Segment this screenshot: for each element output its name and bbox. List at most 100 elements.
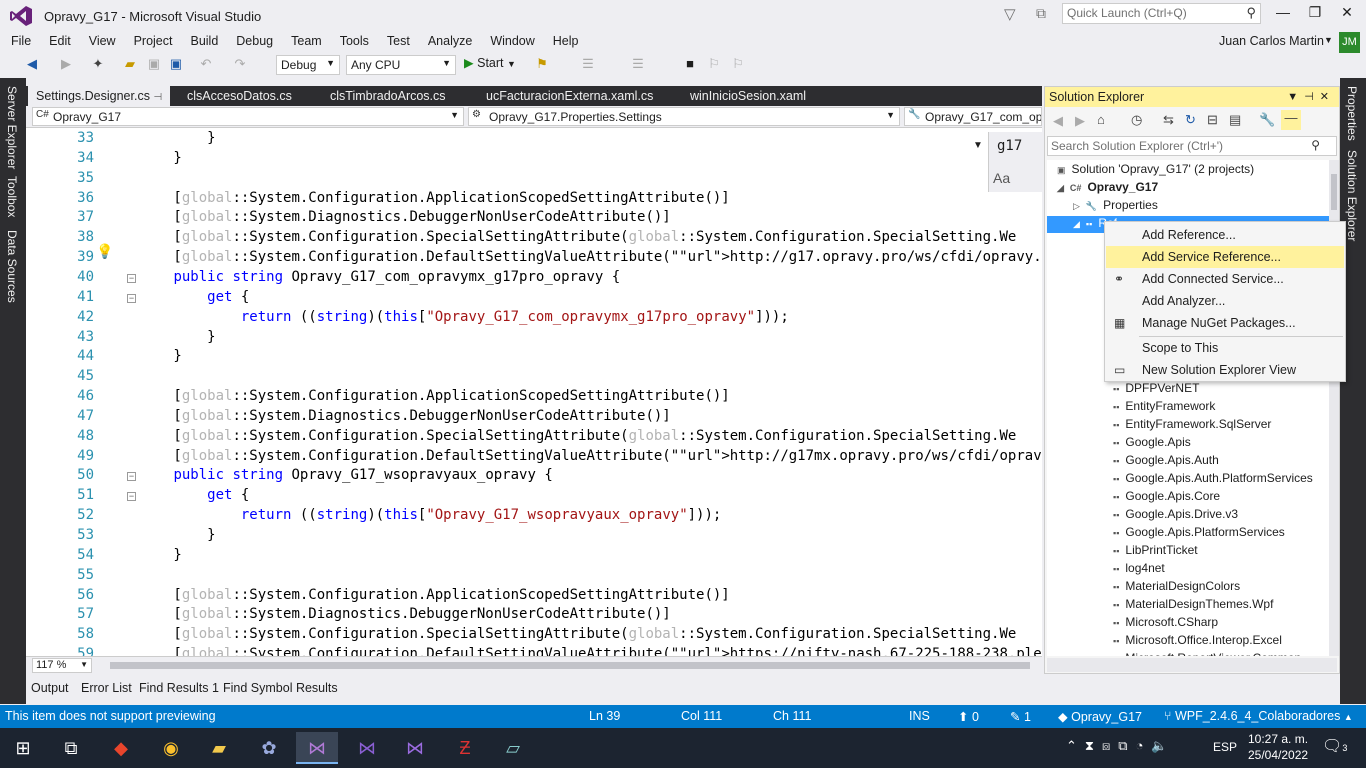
anydesk-icon[interactable]: ◆ (100, 732, 142, 764)
collapse-all-icon[interactable]: ⊟ (1207, 112, 1218, 128)
menu-edit[interactable]: Edit (38, 32, 78, 50)
add-connected-service-item[interactable]: ⚭ Add Connected Service... (1106, 268, 1344, 290)
menu-project[interactable]: Project (123, 32, 180, 50)
tab-ucfacturacionexterna[interactable]: ucFacturacionExterna.xaml.cs (478, 86, 668, 106)
feedback-icon[interactable]: ⧉ (1036, 5, 1046, 22)
scope-to-this-item[interactable]: Scope to This (1106, 337, 1344, 359)
pending-push[interactable]: ⬆ 0 (958, 709, 979, 724)
windows-start-icon[interactable]: ⊞ (2, 732, 44, 764)
class-select[interactable]: ⚙ Opravy_G17.Properties.Settings ▼ (468, 107, 900, 126)
code-line[interactable]: public string Opravy_G17_wsopravyaux_opr… (106, 467, 552, 483)
refresh-icon[interactable]: ↻ (1185, 112, 1196, 128)
tree-package-reference[interactable]: ▪▪ Microsoft.ReportViewer.Common (1113, 651, 1301, 656)
start-button[interactable]: ▶ Start ▼ (464, 55, 516, 70)
tree-package-reference[interactable]: ▪▪ Google.Apis.Core (1113, 489, 1220, 503)
clock[interactable]: 10:27 a. m. 25/04/2022 (1248, 731, 1308, 763)
sync-icon[interactable]: ⇆ (1163, 112, 1174, 128)
tab-find-symbol-results[interactable]: Find Symbol Results (223, 681, 338, 695)
horizontal-scrollbar[interactable] (110, 662, 1030, 669)
collapse-icon[interactable]: − (127, 492, 136, 502)
tree-package-reference[interactable]: ▪▪ DPFPVerNET (1113, 381, 1199, 395)
new-solution-explorer-view-item[interactable]: ▭ New Solution Explorer View (1106, 359, 1344, 381)
find-input[interactable]: g17 (997, 138, 1022, 154)
save-icon[interactable]: ▣ (144, 52, 164, 76)
code-line[interactable]: [global::System.Configuration.Applicatio… (106, 587, 729, 603)
branch[interactable]: ⑂ WPF_2.4.6_4_Colaboradores ▲ (1164, 709, 1353, 723)
tree-package-reference[interactable]: ▪▪ LibPrintTicket (1113, 543, 1198, 557)
menu-window[interactable]: Window (479, 32, 541, 50)
system-tray[interactable]: ⌃⧗⧇⧉◔🔈 (1066, 738, 1176, 754)
code-line[interactable]: } (106, 150, 181, 166)
chevron-down-icon[interactable]: ▼ (973, 140, 983, 151)
tree-package-reference[interactable]: ▪▪ Microsoft.Office.Interop.Excel (1113, 633, 1282, 647)
code-line[interactable]: } (106, 329, 215, 345)
code-line[interactable]: return ((string)(this["Opravy_G17_wsopra… (106, 507, 721, 523)
code-line[interactable]: } (106, 348, 181, 364)
code-line[interactable]: [global::System.Configuration.Applicatio… (106, 190, 729, 206)
menu-team[interactable]: Team (280, 32, 329, 50)
properties-tab[interactable]: Properties (1345, 86, 1359, 141)
tree-package-reference[interactable]: ▪▪ Google.Apis.Auth (1113, 453, 1219, 467)
menu-view[interactable]: View (78, 32, 123, 50)
visual-studio-3-icon[interactable]: ⋈ (394, 732, 436, 764)
collapse-icon[interactable]: − (127, 273, 136, 283)
save-all-icon[interactable]: ▣ (166, 52, 186, 76)
manage-nuget-item[interactable]: ▦ Manage NuGet Packages... (1106, 312, 1344, 334)
code-line[interactable]: [global::System.Configuration.DefaultSet… (106, 249, 1042, 265)
code-line[interactable]: [global::System.Configuration.DefaultSet… (106, 646, 1042, 656)
tree-package-reference[interactable]: ▪▪ EntityFramework.SqlServer (1113, 417, 1271, 431)
tree-package-reference[interactable]: ▪▪ Microsoft.CSharp (1113, 615, 1218, 629)
solution-explorer-tab[interactable]: Solution Explorer (1345, 150, 1359, 241)
tab-error-list[interactable]: Error List (81, 681, 132, 695)
notifications-filter-icon[interactable]: ▽ (1004, 5, 1016, 23)
paint-icon[interactable]: ✿ (248, 732, 290, 764)
preview-selected-icon[interactable]: — (1281, 110, 1301, 130)
next-bookmark-icon[interactable]: ⚐ (728, 52, 748, 76)
history-icon[interactable]: ◷ (1131, 112, 1142, 128)
tab-settings-designer[interactable]: Settings.Designer.cs ⊣ ✕ (28, 86, 170, 125)
tab-output[interactable]: Output (31, 681, 69, 695)
code-editor[interactable]: 33 34 35 36 37 38 39 40 41 42 43 44 45 46 47 48 49 50 51 52… (26, 128, 1042, 656)
tree-package-reference[interactable]: ▪▪ MaterialDesignColors (1113, 579, 1240, 593)
indent-icon[interactable]: ☰ (578, 52, 598, 76)
tree-properties[interactable]: ▷ 🔧 Properties (1073, 198, 1158, 212)
pin-icon[interactable]: ⊣ (153, 92, 162, 103)
chevron-down-icon[interactable]: ▼ (1324, 35, 1333, 45)
code-line[interactable]: } (106, 527, 215, 543)
code-line[interactable]: [global::System.Configuration.Applicatio… (106, 388, 729, 404)
tree-package-reference[interactable]: ▪▪ log4net (1113, 561, 1165, 575)
code-line[interactable]: [global::System.Configuration.SpecialSet… (106, 626, 1016, 642)
avatar[interactable]: JM (1339, 32, 1360, 53)
match-case-option[interactable]: Aa (993, 170, 1010, 186)
code-line[interactable]: [global::System.Diagnostics.DebuggerNonU… (106, 606, 670, 622)
menu-test[interactable]: Test (376, 32, 417, 50)
add-service-reference-item[interactable]: Add Service Reference... (1106, 246, 1344, 268)
filezilla-icon[interactable]: Ƶ (444, 732, 486, 764)
tree-package-reference[interactable]: ▪▪ Google.Apis.PlatformServices (1113, 525, 1285, 539)
show-all-files-icon[interactable]: ▤ (1229, 112, 1241, 128)
app-icon[interactable]: ▱ (492, 732, 534, 764)
undo-icon[interactable]: ↶ (196, 52, 216, 76)
find-box[interactable]: ▼ g17 Aa (973, 132, 1042, 192)
lightbulb-icon[interactable]: 💡 (96, 243, 113, 260)
bookmark-icon[interactable]: ■ (680, 52, 700, 76)
menu-tools[interactable]: Tools (329, 32, 376, 50)
tree-package-reference[interactable]: ▪▪ Google.Apis (1113, 435, 1191, 449)
menu-help[interactable]: Help (542, 32, 586, 50)
solution-search-input[interactable]: Search Solution Explorer (Ctrl+') ⚲ (1047, 136, 1337, 156)
chevron-down-icon[interactable]: ▼ (1287, 91, 1304, 103)
code-line[interactable]: [global::System.Diagnostics.DebuggerNonU… (106, 408, 670, 424)
tree-package-reference[interactable]: ▪▪ Google.Apis.Auth.PlatformServices (1113, 471, 1313, 485)
member-select[interactable]: 🔧 Opravy_G17_com_opra (904, 107, 1042, 126)
code-line[interactable]: } (106, 547, 181, 563)
menu-analyze[interactable]: Analyze (417, 32, 479, 50)
back-icon[interactable]: ◀ (22, 52, 42, 76)
redo-icon[interactable]: ↷ (230, 52, 250, 76)
horizontal-scrollbar[interactable] (1047, 658, 1337, 672)
forward-icon[interactable]: ▶ (1075, 113, 1085, 129)
find-in-files-icon[interactable]: ⚑ (532, 52, 552, 76)
project-select[interactable]: C# Opravy_G17 ▼ (32, 107, 464, 126)
file-explorer-icon[interactable]: ▰ (198, 732, 240, 764)
collapse-icon[interactable]: − (127, 472, 136, 482)
visual-studio-icon[interactable]: ⋈ (296, 732, 338, 764)
